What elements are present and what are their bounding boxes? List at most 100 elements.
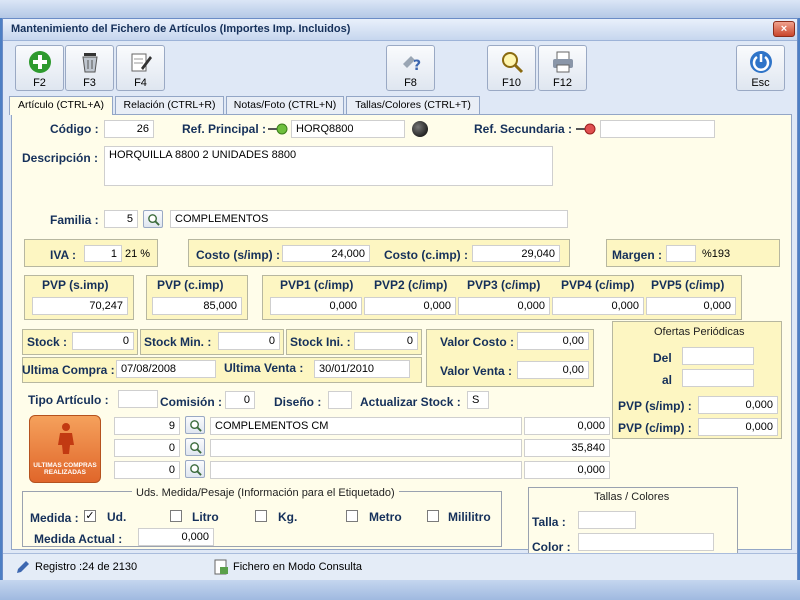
component-search-button-1[interactable] [185,416,205,434]
magnifier-plus-icon [190,420,202,432]
component-qty-3[interactable]: 0 [114,461,180,479]
codigo-field[interactable]: 26 [104,120,154,138]
medida-actual-field[interactable]: 0,000 [138,528,214,546]
checkmark-icon: ✓ [85,510,95,522]
title-bar: Mantenimiento del Fichero de Artículos (… [3,19,797,41]
stock-min-label: Stock Min. : [144,335,212,349]
familia-name-field[interactable]: COMPLEMENTOS [170,210,568,228]
iva-code-field[interactable]: 1 [84,245,122,262]
actualizar-stock-field[interactable]: S [467,391,489,409]
ref-secundaria-field[interactable] [600,120,715,138]
pvp-simp-label: PVP (s.imp) [42,278,109,292]
ultimas-compras-badge[interactable]: ULTIMAS COMPRAS REALIZADAS [29,415,101,483]
ultima-venta-field[interactable]: 30/01/2010 [314,360,410,378]
component-search-button-3[interactable] [185,460,205,478]
printer-icon [553,51,573,73]
component-name-1[interactable]: COMPLEMENTOS CM [210,417,522,435]
valor-venta-field[interactable]: 0,00 [517,361,589,379]
ofertas-al-field[interactable] [682,369,754,387]
margen-pct: %193 [702,248,731,260]
familia-search-button[interactable] [143,210,163,228]
margen-label: Margen : [612,248,663,262]
ultima-compra-field[interactable]: 07/08/2008 [116,360,216,378]
pvp-simp-field[interactable]: 70,247 [32,297,128,315]
pvp-cimp-label: PVP (c.imp) [157,278,224,292]
iva-label: IVA : [50,248,76,262]
print-button[interactable]: F12 [538,45,587,91]
margen-field[interactable] [666,245,696,262]
valor-costo-label: Valor Costo : [440,335,515,349]
exit-button[interactable]: Esc [736,45,785,91]
power-icon [750,51,772,73]
costo-cimp-field[interactable]: 29,040 [472,245,560,262]
valor-costo-field[interactable]: 0,00 [517,332,589,350]
component-search-button-2[interactable] [185,438,205,456]
tipo-articulo-field[interactable] [118,390,158,408]
checkbox-metro[interactable] [346,510,358,522]
descripcion-field[interactable]: HORQUILLA 8800 2 UNIDADES 8800 [104,146,553,186]
edit-button[interactable]: F4 [116,45,165,91]
color-field[interactable] [578,533,714,551]
pvp1-field[interactable]: 0,000 [270,297,362,315]
pvp5-field[interactable]: 0,000 [646,297,736,315]
tab-notas-foto[interactable]: Notas/Foto (CTRL+N) [226,96,344,114]
pvp-cimp-field[interactable]: 85,000 [152,297,242,315]
delete-button[interactable]: F3 [65,45,114,91]
pvp3-field[interactable]: 0,000 [458,297,550,315]
iva-pct: 21 % [125,248,151,260]
component-name-3[interactable] [210,461,522,479]
checkbox-kg[interactable] [255,510,267,522]
color-label: Color : [532,540,571,554]
component-amount-1[interactable]: 0,000 [524,417,610,435]
actualizar-stock-label: Actualizar Stock : [360,395,461,409]
svg-text:?: ? [413,58,421,74]
ref-principal-field[interactable]: HORQ8800 [291,120,405,138]
component-qty-1[interactable]: 9 [114,417,180,435]
talla-field[interactable] [578,511,636,529]
ofertas-title: Ofertas Periódicas [654,326,745,338]
stock-min-field[interactable]: 0 [218,332,280,350]
tab-tallas-colores[interactable]: Tallas/Colores (CTRL+T) [346,96,480,114]
checkbox-mililitro[interactable] [427,510,439,522]
ofertas-pvp-cimp-label: PVP (c/imp) : [618,421,692,435]
costo-simp-label: Costo (s/imp) : [196,248,280,262]
tab-relacion[interactable]: Relación (CTRL+R) [115,96,224,114]
ultima-compra-label: Ultima Compra : [22,363,115,377]
checkbox-ud-label: Ud. [107,510,127,524]
stock-field[interactable]: 0 [72,332,134,350]
ref-principal-button[interactable] [412,121,428,137]
search-button[interactable]: F10 [487,45,536,91]
component-name-2[interactable] [210,439,522,457]
ofertas-del-field[interactable] [682,347,754,365]
pvp2-field[interactable]: 0,000 [364,297,456,315]
component-qty-2[interactable]: 0 [114,439,180,457]
comision-label: Comisión : [160,395,222,409]
help-button[interactable]: ? F8 [386,45,435,91]
article-panel: Código : 26 Ref. Principal : HORQ8800 Re… [11,114,792,557]
diseno-field[interactable] [328,391,352,409]
ofertas-pvp-simp-field[interactable]: 0,000 [698,396,778,414]
print-button-label: F12 [553,77,572,89]
comision-field[interactable]: 0 [225,391,255,409]
tab-articulo[interactable]: Artículo (CTRL+A) [9,96,113,115]
new-button[interactable]: F2 [15,45,64,91]
magnifier-icon [502,52,524,74]
component-amount-3[interactable]: 0,000 [524,461,610,479]
close-button[interactable]: × [773,21,795,37]
background-window-strip [0,0,800,18]
ofertas-pvp-cimp-field[interactable]: 0,000 [698,418,778,436]
component-amount-2[interactable]: 35,840 [524,439,610,457]
costo-simp-field[interactable]: 24,000 [282,245,370,262]
stock-ini-field[interactable]: 0 [354,332,418,350]
familia-code-field[interactable]: 5 [104,210,138,228]
checkbox-litro[interactable] [170,510,182,522]
plus-icon [29,51,51,73]
ofertas-del-label: Del [653,351,672,365]
ultima-venta-label: Ultima Venta : [224,361,304,375]
pvp4-field[interactable]: 0,000 [552,297,644,315]
ofertas-pvp-simp-label: PVP (s/imp) : [618,399,692,413]
valor-venta-label: Valor Venta : [440,364,513,378]
background-taskbar-strip [0,580,800,600]
checkbox-ud[interactable]: ✓ [84,510,96,522]
status-modo: Fichero en Modo Consulta [233,561,363,573]
